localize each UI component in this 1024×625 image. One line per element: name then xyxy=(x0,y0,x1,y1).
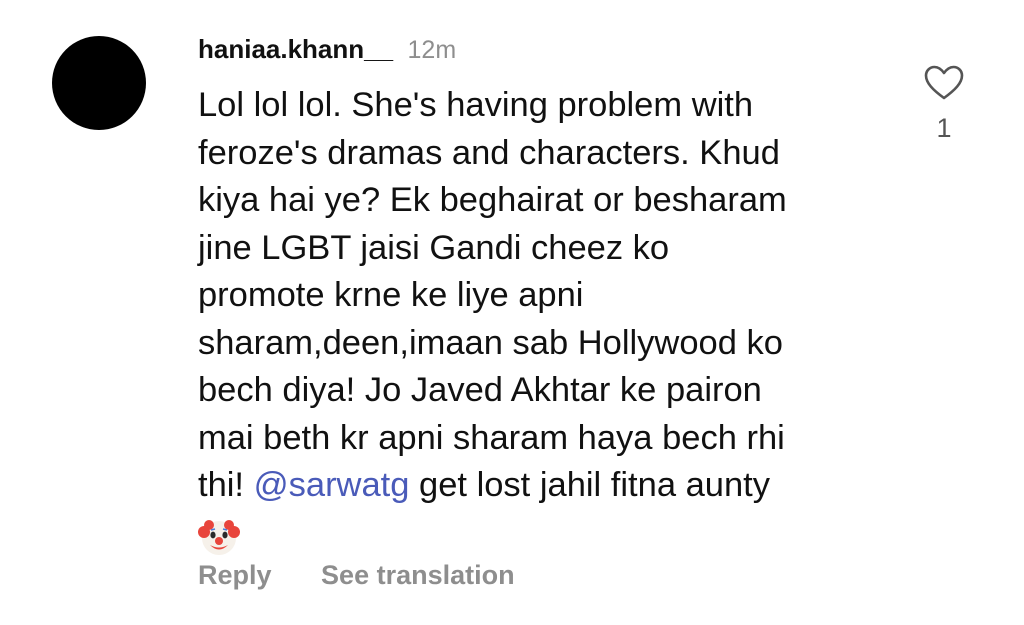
comment-line-last: thi! @sarwatg get lost jahil fitna aunty xyxy=(198,462,858,510)
reply-button[interactable]: Reply xyxy=(198,560,272,590)
comment-actions: Reply See translation xyxy=(198,560,515,591)
see-translation-button[interactable]: See translation xyxy=(321,560,515,590)
heart-outline-icon[interactable] xyxy=(923,65,965,106)
comment: haniaa.khann__ 12m Lol lol lol. She's ha… xyxy=(0,0,1024,625)
comment-line: kiya hai ye? Ek beghairat or besharam xyxy=(198,181,787,219)
comment-header: haniaa.khann__ 12m xyxy=(198,34,456,65)
username[interactable]: haniaa.khann__ xyxy=(198,34,393,64)
clown-face-icon xyxy=(198,516,240,558)
comment-line: jine LGBT jaisi Gandi cheez ko xyxy=(198,228,670,267)
comment-text: Lol lol lol. She's having problem with f… xyxy=(198,82,858,571)
comment-line: mai beth kr apni sharam haya bech rhi xyxy=(198,418,785,457)
avatar[interactable] xyxy=(52,36,146,130)
comment-line: Lol lol lol. She's having problem with xyxy=(198,86,754,124)
comment-line-end: get lost jahil fitna aunty xyxy=(409,466,770,504)
comment-line: sharam,deen,imaan sab Hollywood ko xyxy=(198,323,783,362)
mention-link[interactable]: @sarwatg xyxy=(254,466,410,504)
like-control[interactable]: 1 xyxy=(920,64,968,144)
comment-line: promote krne ke liye apni xyxy=(198,276,584,314)
comment-line: feroze's dramas and characters. Khud xyxy=(198,133,780,172)
like-count: 1 xyxy=(936,113,952,143)
timestamp: 12m xyxy=(407,36,457,64)
comment-line-start: thi! xyxy=(198,466,254,504)
comment-line: bech diya! Jo Javed Akhtar ke pairon xyxy=(198,371,762,409)
